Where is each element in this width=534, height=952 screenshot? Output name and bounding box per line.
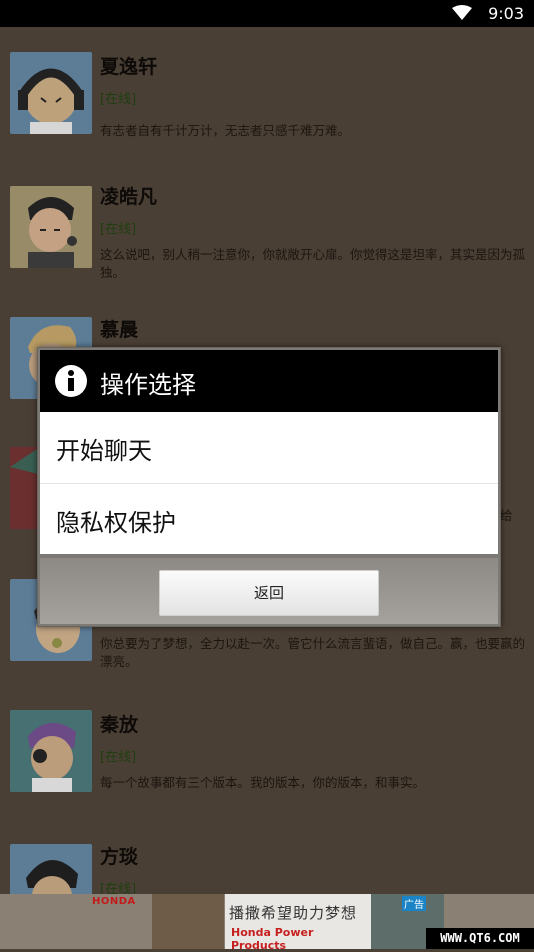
contact-status: [在线] (100, 222, 137, 237)
contact-signature: 有志者自有千计万计，无志者只感千难万难。 (100, 123, 351, 138)
info-icon (55, 365, 87, 397)
list-item[interactable]: 夏逸轩 [在线] 有志者自有千计万计，无志者只感千难万难。 (0, 52, 534, 172)
dialog-menu: 开始聊天 隐私权保护 (40, 412, 498, 554)
ad-badge[interactable]: 广告 (402, 896, 426, 911)
avatar (10, 844, 92, 894)
back-button[interactable]: 返回 (159, 570, 379, 616)
contact-name: 凌皓凡 (100, 186, 158, 208)
list-item[interactable]: 凌皓凡 [在线] 这么说吧，别人稍一注意你，你就敞开心扉。你觉得这是坦率，其实是… (0, 182, 534, 307)
list-item[interactable]: 秦放 [在线] 每一个故事都有三个版本。我的版本，你的版本，和事实。 (0, 710, 534, 810)
ad-image (152, 894, 224, 949)
avatar (10, 710, 92, 792)
wifi-icon (452, 5, 472, 20)
menu-item-label: 隐私权保护 (56, 509, 176, 537)
menu-item-privacy[interactable]: 隐私权保护 (40, 484, 498, 554)
status-time: 9:03 (488, 4, 524, 23)
contact-name: 夏逸轩 (100, 56, 158, 78)
contact-status: [在线] (100, 750, 137, 765)
contact-name: 慕晨 (100, 319, 139, 341)
dialog-button-bar: 返回 (40, 558, 498, 624)
dialog-title: 操作选择 (100, 371, 196, 399)
contact-signature: 每一个故事都有三个版本。我的版本，你的版本，和事实。 (100, 775, 426, 790)
dialog-title-bar: 操作选择 (40, 350, 498, 412)
status-bar: 9:03 (0, 0, 534, 27)
contact-name: 方琰 (100, 846, 139, 868)
ad-slogan-en: Honda Power Products (231, 926, 314, 952)
action-dialog: 操作选择 开始聊天 隐私权保护 返回 (37, 347, 501, 627)
ad-text-area: 播撒希望助力梦想 Honda Power Products (225, 894, 371, 952)
contact-signature: 这么说吧，别人稍一注意你，你就敞开心扉。你觉得这是坦率，其实是因为孤独。 (100, 247, 526, 280)
partial-text: 给 (500, 508, 513, 523)
list-item[interactable]: 方琰 [在线] (0, 842, 534, 894)
contact-status: [在线] (100, 92, 137, 107)
ad-brand: HONDA (92, 896, 136, 907)
contact-status: [在线] (100, 882, 137, 894)
ad-slogan: 播撒希望助力梦想 (229, 904, 358, 922)
menu-item-start-chat[interactable]: 开始聊天 (40, 412, 498, 482)
watermark: WWW.QT6.COM (426, 928, 534, 949)
contact-name: 秦放 (100, 714, 139, 736)
avatar (10, 52, 92, 134)
menu-item-label: 开始聊天 (56, 437, 152, 465)
contact-signature: 你总要为了梦想，全力以赴一次。管它什么流言蜚语，做自己。赢，也要赢的漂亮。 (100, 636, 526, 669)
avatar (10, 186, 92, 268)
